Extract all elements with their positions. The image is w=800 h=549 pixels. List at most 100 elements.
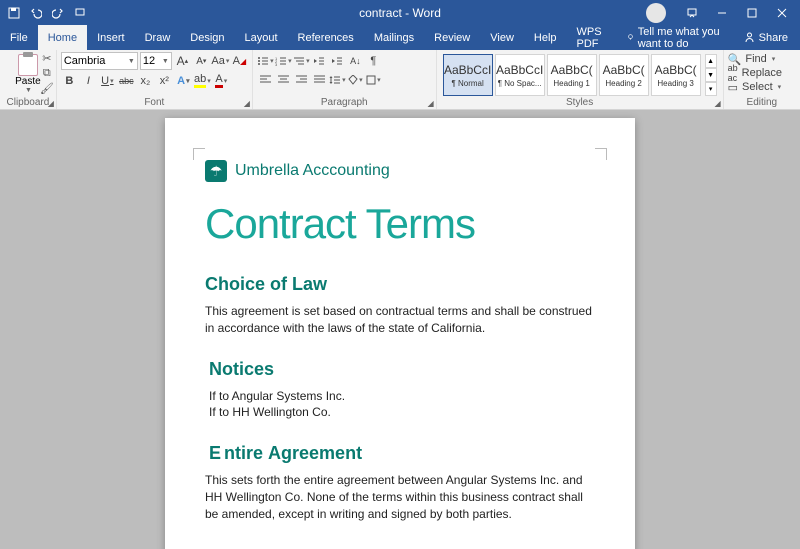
heading-choice-of-law: Choice of Law — [205, 274, 595, 295]
ribbon: Paste ▼ ✂ ⧉ 🖌 Clipboard ◢ Cambria▼ 12▼ A… — [0, 50, 800, 110]
replace-button[interactable]: abacReplace — [728, 66, 796, 80]
font-launcher[interactable]: ◢ — [244, 99, 250, 108]
share-icon — [744, 32, 755, 43]
multilevel-list-button[interactable]: ▾ — [293, 52, 310, 69]
style-name: ¶ Normal — [451, 79, 483, 88]
paragraph-choice-of-law: This agreement is set based on contractu… — [205, 303, 595, 337]
document-page[interactable]: ☂ Umbrella Acccounting Contract Terms Ch… — [165, 118, 635, 549]
style-item-3[interactable]: AaBbC(Heading 2 — [599, 54, 649, 96]
select-button[interactable]: ▭Select▾ — [728, 80, 796, 94]
show-marks-button[interactable]: ¶ — [365, 52, 382, 69]
decrease-indent-button[interactable] — [311, 52, 328, 69]
sort-button[interactable]: A↓ — [347, 52, 364, 69]
share-label: Share — [759, 32, 788, 44]
group-styles: AaBbCcI¶ NormalAaBbCcI¶ No Spac...AaBbC(… — [437, 50, 724, 109]
redo-button[interactable] — [48, 3, 68, 23]
customize-qat-button[interactable] — [70, 3, 90, 23]
borders-button[interactable]: ▾ — [365, 71, 382, 88]
tab-help[interactable]: Help — [524, 25, 567, 50]
justify-button[interactable] — [311, 71, 328, 88]
document-canvas[interactable]: ☂ Umbrella Acccounting Contract Terms Ch… — [0, 110, 800, 549]
tab-insert[interactable]: Insert — [87, 25, 135, 50]
paragraph-entire-agreement: This sets forth the entire agreement bet… — [205, 472, 595, 522]
numbering-button[interactable]: 123▾ — [275, 52, 292, 69]
subscript-button[interactable]: x₂ — [137, 72, 154, 89]
tab-references[interactable]: References — [288, 25, 364, 50]
align-center-button[interactable] — [275, 71, 292, 88]
text-effects-button[interactable]: A▾ — [175, 72, 192, 89]
tab-mailings[interactable]: Mailings — [364, 25, 424, 50]
align-left-button[interactable] — [257, 71, 274, 88]
clear-formatting-button[interactable]: A◢ — [231, 53, 248, 70]
minimize-button[interactable] — [708, 3, 736, 23]
tab-review[interactable]: Review — [424, 25, 480, 50]
italic-button[interactable]: I — [80, 72, 97, 89]
cut-button[interactable]: ✂ — [40, 52, 54, 64]
tell-me-search[interactable]: Tell me what you want to do — [619, 25, 732, 50]
paragraph-launcher[interactable]: ◢ — [427, 99, 433, 108]
undo-button[interactable] — [26, 3, 46, 23]
tab-draw[interactable]: Draw — [135, 25, 181, 50]
group-label-styles: Styles — [437, 96, 723, 109]
increase-indent-button[interactable] — [329, 52, 346, 69]
highlight-color-button[interactable]: ab▾ — [194, 72, 211, 89]
style-item-4[interactable]: AaBbC(Heading 3 — [651, 54, 701, 96]
styles-scroll-down[interactable]: ▼ — [705, 68, 717, 82]
close-button[interactable] — [768, 3, 796, 23]
title-bar: contract - Word — [0, 0, 800, 25]
paragraph-notices: If to Angular Systems Inc. If to HH Well… — [209, 388, 595, 422]
style-item-2[interactable]: AaBbC(Heading 1 — [547, 54, 597, 96]
font-color-button[interactable]: A▾ — [213, 72, 230, 89]
tab-layout[interactable]: Layout — [235, 25, 288, 50]
svg-text:1: 1 — [275, 56, 278, 61]
tab-design[interactable]: Design — [180, 25, 234, 50]
quick-access-toolbar — [4, 3, 90, 23]
style-preview: AaBbCcI — [496, 63, 543, 77]
heading-notices: Notices — [209, 359, 595, 380]
bullets-button[interactable]: ▾ — [257, 52, 274, 69]
margin-mark-tr — [595, 148, 607, 160]
paste-label: Paste — [15, 76, 41, 87]
grow-font-button[interactable]: A▴ — [174, 53, 191, 70]
clipboard-launcher[interactable]: ◢ — [48, 99, 54, 108]
styles-gallery: AaBbCcI¶ NormalAaBbCcI¶ No Spac...AaBbC(… — [441, 52, 719, 98]
superscript-button[interactable]: x² — [156, 72, 173, 89]
styles-launcher[interactable]: ◢ — [714, 99, 720, 108]
group-label-font: Font — [57, 96, 252, 109]
ribbon-options-button[interactable] — [678, 3, 706, 23]
group-font: Cambria▼ 12▼ A▴ A▾ Aa▾ A◢ B I U▾ abc x₂ … — [57, 50, 253, 109]
style-item-1[interactable]: AaBbCcI¶ No Spac... — [495, 54, 545, 96]
paste-dropdown-icon: ▼ — [25, 87, 32, 94]
tab-wps-pdf[interactable]: WPS PDF — [567, 25, 619, 50]
tab-file[interactable]: File — [0, 25, 38, 50]
share-button[interactable]: Share — [732, 25, 800, 50]
group-clipboard: Paste ▼ ✂ ⧉ 🖌 Clipboard ◢ — [0, 50, 57, 109]
shading-button[interactable]: ▾ — [347, 71, 364, 88]
strikethrough-button[interactable]: abc — [118, 72, 135, 89]
change-case-button[interactable]: Aa▾ — [212, 53, 229, 70]
save-button[interactable] — [4, 3, 24, 23]
styles-scroll-up[interactable]: ▲ — [705, 54, 717, 68]
bold-button[interactable]: B — [61, 72, 78, 89]
svg-text:3: 3 — [275, 62, 278, 66]
copy-button[interactable]: ⧉ — [40, 67, 54, 79]
tab-home[interactable]: Home — [38, 25, 87, 50]
window-title: contract - Word — [359, 6, 441, 20]
window-controls — [646, 3, 796, 23]
font-size-combo[interactable]: 12▼ — [140, 52, 172, 70]
font-family-combo[interactable]: Cambria▼ — [61, 52, 138, 70]
styles-expand[interactable]: ▾ — [705, 82, 717, 96]
maximize-button[interactable] — [738, 3, 766, 23]
underline-button[interactable]: U▾ — [99, 72, 116, 89]
notices-line-1: If to Angular Systems Inc. — [209, 389, 345, 403]
lightbulb-icon — [627, 32, 634, 43]
style-item-0[interactable]: AaBbCcI¶ Normal — [443, 54, 493, 96]
format-painter-button[interactable]: 🖌 — [40, 82, 54, 94]
tab-view[interactable]: View — [480, 25, 524, 50]
line-spacing-button[interactable]: ▾ — [329, 71, 346, 88]
shrink-font-button[interactable]: A▾ — [193, 53, 210, 70]
style-name: Heading 2 — [605, 79, 641, 88]
user-avatar[interactable] — [646, 3, 666, 23]
find-button[interactable]: 🔍Find▾ — [728, 52, 796, 66]
align-right-button[interactable] — [293, 71, 310, 88]
